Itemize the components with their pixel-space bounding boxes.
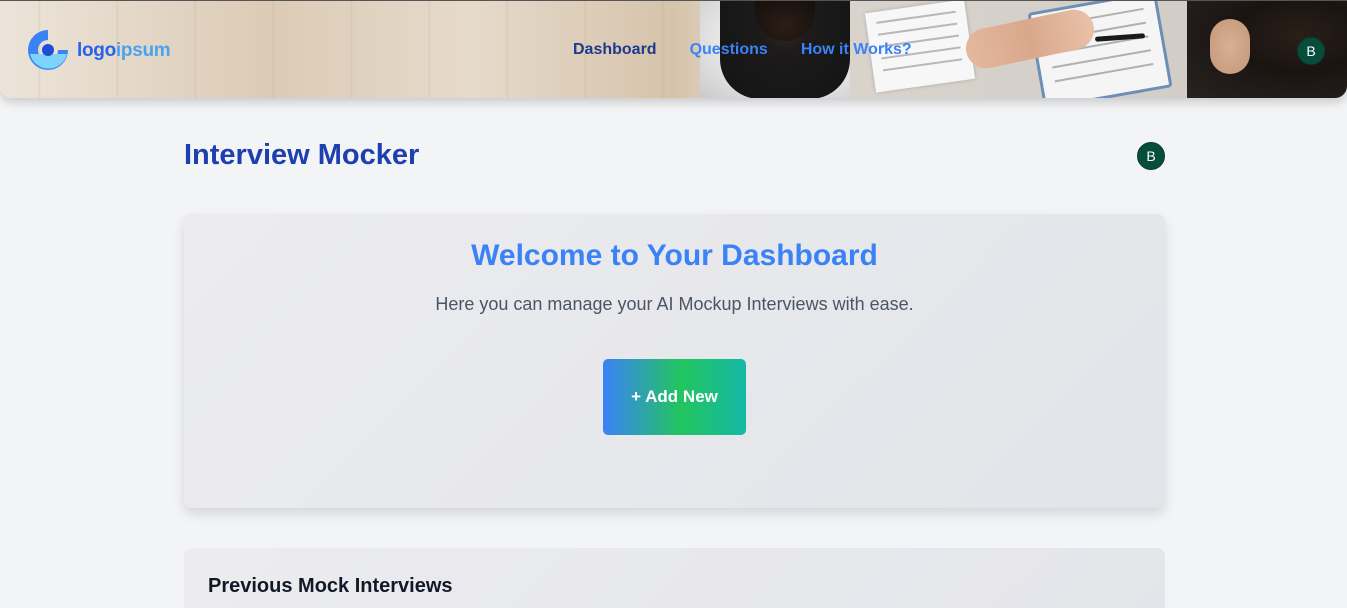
welcome-card: Welcome to Your Dashboard Here you can m…	[184, 214, 1165, 508]
main-nav: Dashboard Questions How it Works?	[573, 41, 912, 59]
welcome-title: Welcome to Your Dashboard	[471, 239, 878, 272]
logo-text: logoipsum	[77, 39, 171, 61]
nav-questions[interactable]: Questions	[690, 41, 768, 59]
user-avatar-secondary[interactable]: B	[1137, 142, 1165, 170]
nav-dashboard[interactable]: Dashboard	[573, 41, 657, 59]
previous-interviews-title: Previous Mock Interviews	[208, 575, 453, 597]
page-title: Interview Mocker	[184, 139, 420, 171]
nav-how-it-works[interactable]: How it Works?	[801, 41, 912, 59]
welcome-subtitle: Here you can manage your AI Mockup Inter…	[435, 294, 914, 314]
logo[interactable]: logoipsum	[26, 28, 171, 73]
add-new-button[interactable]: + Add New	[603, 359, 746, 435]
user-avatar[interactable]: B	[1297, 37, 1325, 65]
header-banner: logoipsum Dashboard Questions How it Wor…	[0, 0, 1347, 98]
logo-mark-icon	[26, 28, 71, 73]
previous-interviews-card: Previous Mock Interviews	[184, 548, 1165, 608]
